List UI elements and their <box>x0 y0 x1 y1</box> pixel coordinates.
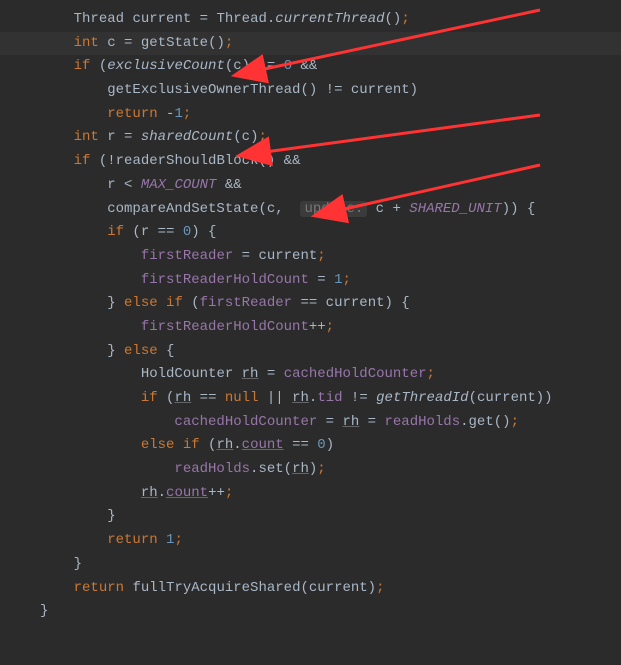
code-line: } <box>0 600 621 624</box>
code-editor[interactable]: Thread current = Thread.currentThread();… <box>0 8 621 624</box>
code-line: readHolds.set(rh); <box>0 458 621 482</box>
code-line: if (exclusiveCount(c) != 0 && <box>0 55 621 79</box>
code-line: } else if (firstReader == current) { <box>0 292 621 316</box>
code-line: if (r == 0) { <box>0 221 621 245</box>
code-line: } <box>0 505 621 529</box>
code-line: } <box>0 553 621 577</box>
code-line: return 1; <box>0 529 621 553</box>
code-line: if (rh == null || rh.tid != getThreadId(… <box>0 387 621 411</box>
code-line: int r = sharedCount(c); <box>0 126 621 150</box>
code-line: } else { <box>0 340 621 364</box>
code-line: if (!readerShouldBlock() && <box>0 150 621 174</box>
code-line: compareAndSetState(c, update: c + SHARED… <box>0 198 621 222</box>
code-line: firstReader = current; <box>0 245 621 269</box>
code-line: firstReaderHoldCount++; <box>0 316 621 340</box>
code-line: getExclusiveOwnerThread() != current) <box>0 79 621 103</box>
code-line: return -1; <box>0 103 621 127</box>
code-line: firstReaderHoldCount = 1; <box>0 269 621 293</box>
code-line: return fullTryAcquireShared(current); <box>0 577 621 601</box>
code-line: r < MAX_COUNT && <box>0 174 621 198</box>
code-line: else if (rh.count == 0) <box>0 434 621 458</box>
code-line: HoldCounter rh = cachedHoldCounter; <box>0 363 621 387</box>
parameter-hint: update: <box>300 201 367 217</box>
code-line: cachedHoldCounter = rh = readHolds.get()… <box>0 411 621 435</box>
code-line: rh.count++; <box>0 482 621 506</box>
code-line: Thread current = Thread.currentThread(); <box>0 8 621 32</box>
code-line-highlighted: int c = getState(); <box>0 32 621 56</box>
